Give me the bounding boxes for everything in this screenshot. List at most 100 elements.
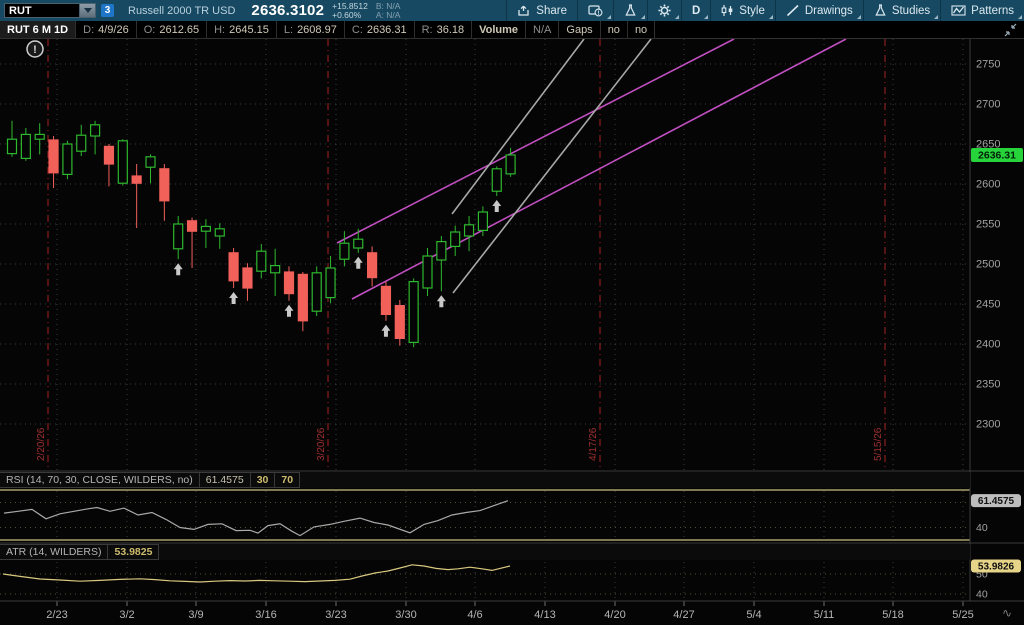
buy-signal-arrow	[354, 257, 363, 269]
price-axis-label: 2550	[976, 219, 1000, 231]
rsi-study-title[interactable]: RSI (14, 70, 30, CLOSE, WILDERS, no)	[0, 472, 200, 488]
candle-body	[506, 155, 515, 174]
symbol-timeframe-label: RUT 6 M 1D	[0, 21, 76, 38]
share-label: Share	[536, 5, 567, 17]
candle-body	[229, 253, 238, 281]
flask-icon	[624, 4, 637, 17]
price-chart-canvas[interactable]: 2750270026502600255025002450240023502300…	[0, 39, 1024, 625]
x-axis-label: 4/13	[534, 609, 555, 621]
candle-body	[340, 243, 349, 259]
candle-body	[437, 242, 446, 260]
close-value: 2636.31	[367, 24, 407, 36]
candle-body	[215, 229, 224, 236]
price-axis-label: 2500	[976, 259, 1000, 271]
symbol-dropdown-button[interactable]	[80, 3, 96, 18]
volume-value: N/A	[526, 21, 559, 38]
chart-settings-button[interactable]	[647, 0, 681, 21]
buy-signal-arrow	[492, 200, 501, 212]
toolbar-menus: Share !	[506, 0, 1024, 21]
close-field: C: 2636.31	[345, 21, 415, 38]
collapse-arrows-icon	[1003, 23, 1018, 37]
rsi-study-header: RSI (14, 70, 30, CLOSE, WILDERS, no) 61.…	[0, 472, 970, 488]
candle-body	[354, 239, 363, 248]
candle-body	[63, 144, 72, 174]
volume-label: Volume	[472, 21, 526, 38]
thinkorswim-chart-window: 3 Russell 2000 TR USD 2636.3102 +15.8512…	[0, 0, 1024, 625]
symbol-selector	[4, 3, 96, 18]
range-field: R: 36.18	[415, 21, 473, 38]
quick-study-button[interactable]	[613, 0, 647, 21]
last-price: 2636.3102	[251, 2, 324, 19]
atr-study-title[interactable]: ATR (14, WILDERS)	[0, 544, 108, 560]
patterns-button[interactable]: Patterns	[940, 0, 1024, 21]
timeframe-button[interactable]: D	[681, 0, 710, 21]
candle-body	[160, 169, 169, 201]
low-label: L:	[284, 24, 293, 36]
candle-body	[285, 272, 294, 294]
candle-body	[271, 266, 280, 273]
atr-study-value: 53.9825	[107, 544, 159, 560]
flask-icon	[874, 4, 887, 17]
alert-flag-icon: !	[588, 4, 603, 17]
x-axis-label: 5/25	[952, 609, 973, 621]
symbol-description: Russell 2000 TR USD	[128, 5, 235, 17]
range-value: 36.18	[437, 24, 465, 36]
low-value: 2608.97	[297, 24, 337, 36]
buy-signal-arrow	[381, 325, 390, 337]
studies-button[interactable]: Studies	[863, 0, 940, 21]
price-axis-label: 2750	[976, 59, 1000, 71]
candle-body	[381, 286, 390, 314]
top-toolbar: 3 Russell 2000 TR USD 2636.3102 +15.8512…	[0, 0, 1024, 21]
price-axis-label: 2350	[976, 379, 1000, 391]
range-label: R:	[422, 24, 433, 36]
expiration-line-label: 4/17/26	[588, 427, 599, 461]
expiration-line-label: 2/20/26	[36, 427, 47, 461]
atr-study-header: ATR (14, WILDERS) 53.9825	[0, 544, 970, 560]
collapse-chart-button[interactable]	[1003, 21, 1024, 38]
candle-body	[409, 282, 418, 343]
candle-body	[423, 256, 432, 288]
price-change: +15.8512 +0.60%	[332, 2, 368, 20]
candle-body	[465, 225, 474, 236]
share-button[interactable]: Share	[506, 0, 577, 21]
buy-signal-arrow	[229, 292, 238, 304]
change-percent: +0.60%	[332, 11, 368, 20]
drawings-button[interactable]: Drawings	[775, 0, 863, 21]
candle-body	[118, 141, 127, 183]
rsi-study-value: 61.4575	[199, 472, 251, 488]
candle-body	[104, 146, 113, 164]
alerts-button[interactable]: !	[577, 0, 613, 21]
symbol-input[interactable]	[4, 3, 80, 18]
candle-body	[49, 140, 58, 173]
candle-body	[132, 176, 141, 183]
atr-axis-label: 40	[976, 589, 988, 601]
x-axis-label: 3/16	[255, 609, 276, 621]
gear-icon	[658, 4, 671, 17]
candle-body	[91, 125, 100, 136]
candle-body	[395, 306, 404, 339]
chart-area: 2750270026502600255025002450240023502300…	[0, 38, 1024, 625]
link-color-badge[interactable]: 3	[101, 4, 114, 17]
pencil-line-icon	[786, 4, 800, 17]
rsi-badge-text: 61.4575	[978, 496, 1015, 507]
x-axis-label: 4/6	[467, 609, 482, 621]
style-button[interactable]: Style	[710, 0, 775, 21]
bid-ask: B: N/A A: N/A	[376, 2, 401, 20]
last-price-badge-text: 2636.31	[978, 149, 1016, 161]
candle-body	[21, 134, 30, 158]
low-field: L: 2608.97	[277, 21, 345, 38]
drawing-set-icon[interactable]: ∿	[1002, 606, 1012, 620]
patterns-label: Patterns	[971, 5, 1014, 17]
expiration-line-label: 5/15/26	[873, 427, 884, 461]
x-axis-label: 4/20	[604, 609, 625, 621]
gaps-label: Gaps	[559, 21, 600, 38]
candle-body	[326, 268, 335, 298]
candle-body	[243, 268, 252, 288]
x-axis-label: 3/23	[325, 609, 346, 621]
studies-label: Studies	[892, 5, 930, 17]
candle-body	[368, 253, 377, 278]
trendline-gray-channel-lower	[453, 39, 651, 293]
candle-body	[188, 221, 197, 231]
rsi-oversold-label: 30	[250, 472, 276, 488]
x-axis-label: 5/18	[882, 609, 903, 621]
